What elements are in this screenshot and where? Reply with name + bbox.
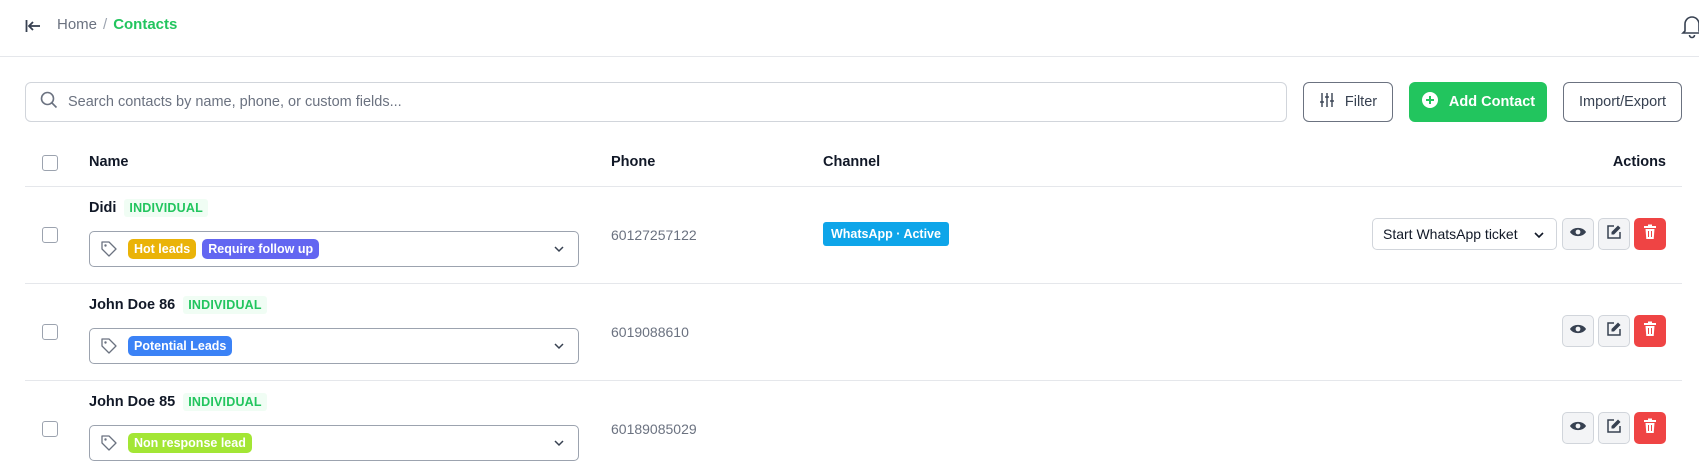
start-whatsapp-ticket-select[interactable]: Start WhatsApp ticket — [1372, 218, 1557, 250]
tag-chip[interactable]: Hot leads — [128, 239, 197, 259]
tag-icon — [100, 240, 118, 258]
chevron-down-icon — [552, 242, 566, 256]
contact-phone: 6019088610 — [611, 324, 689, 340]
row-checkbox[interactable] — [42, 324, 58, 340]
row-checkbox[interactable] — [42, 421, 58, 437]
top-bar: Home / Contacts — [0, 0, 1699, 57]
edit-button[interactable] — [1598, 412, 1630, 444]
view-button[interactable] — [1562, 315, 1594, 347]
column-header-phone: Phone — [611, 154, 656, 170]
delete-button[interactable] — [1634, 412, 1666, 444]
eye-icon — [1569, 419, 1587, 437]
view-button[interactable] — [1562, 412, 1594, 444]
contact-name[interactable]: Didi — [89, 200, 116, 216]
breadcrumb-separator: / — [103, 16, 108, 33]
search-bar[interactable] — [25, 82, 1287, 122]
contact-name-line: Didi INDIVIDUAL — [89, 199, 208, 217]
chevron-down-icon — [552, 339, 566, 353]
table-header: Name Phone Channel Actions — [25, 140, 1682, 187]
channel-badge: WhatsApp · Active — [823, 222, 949, 246]
contact-name[interactable]: John Doe 86 — [89, 297, 175, 313]
table-row: John Doe 86 INDIVIDUAL Potential Leads 6… — [25, 284, 1682, 381]
edit-icon — [1606, 418, 1622, 439]
table-row: John Doe 85 INDIVIDUAL Non response lead… — [25, 381, 1682, 473]
breadcrumb-home[interactable]: Home — [57, 15, 97, 35]
tag-chip[interactable]: Non response lead — [128, 433, 252, 453]
tag-icon — [100, 434, 118, 452]
breadcrumb: Home / Contacts — [57, 15, 177, 35]
contact-name-line: John Doe 85 INDIVIDUAL — [89, 393, 267, 411]
contact-type-badge: INDIVIDUAL — [183, 296, 267, 314]
column-header-channel: Channel — [823, 154, 881, 170]
start-whatsapp-ticket-label: Start WhatsApp ticket — [1383, 226, 1518, 242]
contact-phone: 60127257122 — [611, 227, 697, 243]
contact-type-badge: INDIVIDUAL — [183, 393, 267, 411]
trash-icon — [1643, 321, 1657, 342]
column-header-actions: Actions — [1612, 154, 1666, 170]
eye-icon — [1569, 225, 1587, 243]
edit-icon — [1606, 321, 1622, 342]
contact-phone: 60189085029 — [611, 421, 697, 437]
bell-icon[interactable] — [1680, 13, 1699, 39]
chevron-down-icon — [1532, 228, 1546, 242]
column-header-name: Name — [89, 154, 129, 170]
breadcrumb-current: Contacts — [113, 16, 178, 33]
sliders-icon — [1319, 92, 1335, 112]
view-button[interactable] — [1562, 218, 1594, 250]
tag-chip[interactable]: Potential Leads — [128, 336, 233, 356]
tag-selector[interactable]: Hot leads Require follow up — [89, 231, 579, 267]
edit-button[interactable] — [1598, 315, 1630, 347]
select-all-checkbox[interactable] — [42, 155, 58, 171]
add-contact-button[interactable]: Add Contact — [1409, 82, 1547, 122]
trash-icon — [1643, 418, 1657, 439]
tag-selector[interactable]: Potential Leads — [89, 328, 579, 364]
filter-button[interactable]: Filter — [1303, 82, 1393, 122]
tag-icon — [100, 337, 118, 355]
filter-button-label: Filter — [1344, 94, 1378, 110]
contact-name[interactable]: John Doe 85 — [89, 394, 175, 410]
delete-button[interactable] — [1634, 315, 1666, 347]
search-icon — [40, 91, 58, 114]
trash-icon — [1643, 224, 1657, 245]
edit-button[interactable] — [1598, 218, 1630, 250]
import-export-label: Import/Export — [1578, 94, 1667, 110]
collapse-sidebar-icon[interactable] — [22, 15, 44, 37]
delete-button[interactable] — [1634, 218, 1666, 250]
contact-type-badge: INDIVIDUAL — [124, 199, 208, 217]
import-export-button[interactable]: Import/Export — [1563, 82, 1682, 122]
tag-chip[interactable]: Require follow up — [202, 239, 320, 259]
contact-name-line: John Doe 86 INDIVIDUAL — [89, 296, 267, 314]
plus-circle-icon — [1421, 91, 1439, 113]
add-contact-label: Add Contact — [1448, 94, 1536, 110]
search-input[interactable] — [68, 94, 1248, 110]
eye-icon — [1569, 322, 1587, 340]
chevron-down-icon — [552, 436, 566, 450]
tag-selector[interactable]: Non response lead — [89, 425, 579, 461]
edit-icon — [1606, 224, 1622, 245]
row-checkbox[interactable] — [42, 227, 58, 243]
table-row: Didi INDIVIDUAL Hot leads Require follow… — [25, 187, 1682, 284]
